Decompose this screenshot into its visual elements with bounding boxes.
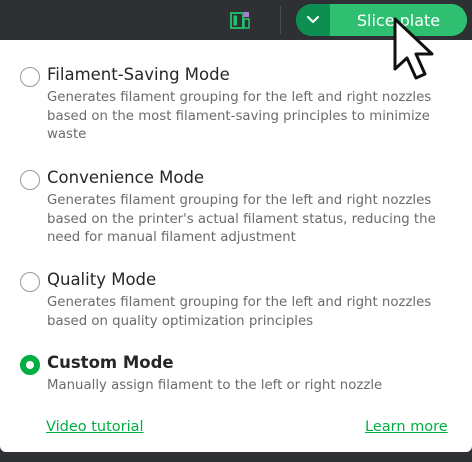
- mode-description: Generates filament grouping for the left…: [47, 193, 436, 245]
- mode-description: Generates filament grouping for the left…: [47, 90, 432, 142]
- window-bottom-edge: [0, 452, 472, 462]
- mode-title: Filament-Saving Mode: [47, 65, 230, 84]
- radio-button[interactable]: [20, 272, 40, 292]
- radio-button[interactable]: [20, 67, 40, 87]
- radio-button[interactable]: [20, 170, 40, 190]
- mouse-cursor-icon: [393, 17, 434, 80]
- learn-more-link[interactable]: Learn more: [365, 419, 448, 435]
- mode-description: Manually assign filament to the left or …: [47, 378, 383, 393]
- layout-grid-icon[interactable]: [229, 9, 251, 31]
- video-tutorial-link[interactable]: Video tutorial: [46, 419, 144, 435]
- slice-dropdown-button[interactable]: [296, 4, 330, 36]
- toolbar-divider: [280, 6, 281, 34]
- mode-description: Generates filament grouping for the left…: [47, 295, 432, 329]
- mode-title: Quality Mode: [47, 270, 157, 289]
- filament-grouping-mode-panel: Filament-Saving Mode Generates filament …: [0, 40, 472, 452]
- mode-title: Convenience Mode: [47, 168, 205, 187]
- mode-title: Custom Mode: [47, 353, 174, 372]
- chevron-down-icon: [307, 16, 319, 23]
- radio-button-selected[interactable]: [20, 355, 40, 375]
